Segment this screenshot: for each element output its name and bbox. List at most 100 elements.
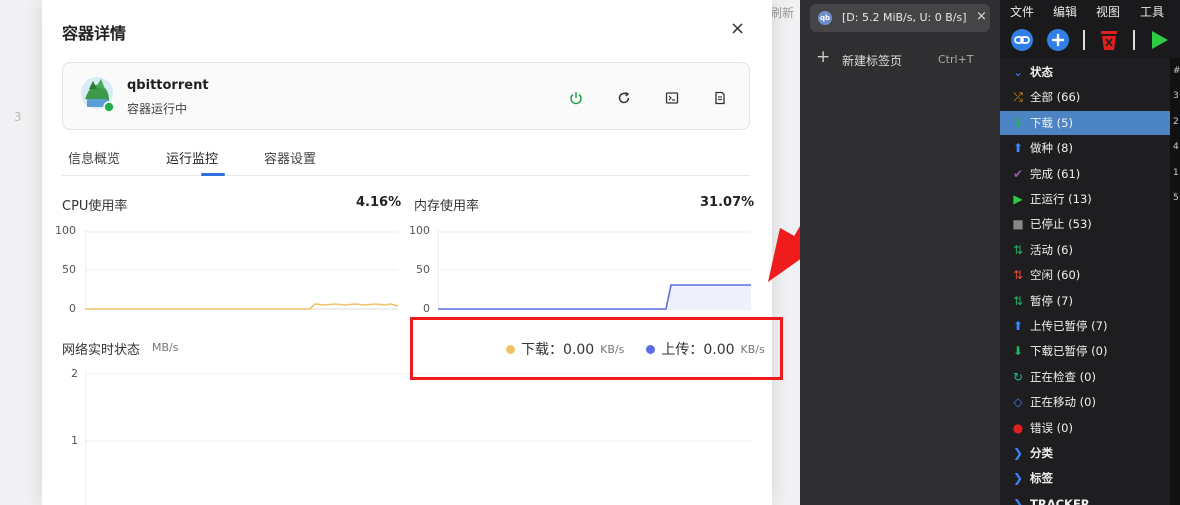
torrent-row-number: 5: [1173, 193, 1179, 203]
refresh-text: 刷新: [770, 6, 795, 20]
menu-edit[interactable]: 编辑: [1053, 3, 1077, 20]
sidebar-item[interactable]: ❯ 标签: [1000, 466, 1170, 490]
cpu-axis-50: 50: [62, 263, 76, 276]
sidebar-item-label: 错误 (0): [1030, 420, 1073, 435]
network-axis-1: 1: [71, 434, 78, 447]
app-name: qbittorrent: [127, 78, 209, 93]
sidebar-item-label: 暂停 (7): [1030, 293, 1073, 308]
sidebar-item[interactable]: ⇅ 暂停 (7): [1000, 289, 1170, 313]
network-chart: [85, 370, 751, 505]
modal-title: 容器详情: [62, 24, 127, 43]
sidebar-item[interactable]: ❯ TRACKER: [1000, 492, 1170, 505]
toolbar-divider: [1133, 30, 1135, 50]
sidebar-item-label: 完成 (61): [1030, 166, 1081, 181]
chevron-right-icon: ❯: [1012, 446, 1024, 460]
browser-tab[interactable]: qb [D: 5.2 MiB/s, U: 0 B/s] ×: [810, 4, 990, 32]
sidebar-item[interactable]: ● 错误 (0): [1000, 416, 1170, 440]
memory-label: 内存使用率: [414, 199, 480, 214]
sidebar-item[interactable]: ◇ 正在移动 (0): [1000, 390, 1170, 414]
sidebar-item-label: 全部 (66): [1030, 90, 1081, 105]
new-tab-button[interactable]: + 新建标签页 Ctrl+T: [816, 47, 988, 70]
add-torrent-icon[interactable]: [1046, 28, 1070, 52]
refresh-icon: ↻: [1012, 369, 1024, 384]
sidebar-item[interactable]: ⇅ 空闲 (60): [1000, 263, 1170, 287]
sidebar-item[interactable]: ⤮ 全部 (66): [1000, 85, 1170, 109]
cpu-value: 4.16%: [356, 195, 402, 210]
toolbar-divider: [1083, 30, 1085, 50]
status-sidebar: ⌄ 状态 ⤮ 全部 (66) ⬇ 下载 (5) ⬆ 做种 (8) ✔ 完成 (61) ▶ 正运行 (1…: [1000, 58, 1170, 505]
tab-overview[interactable]: 信息概览: [68, 148, 120, 167]
play-icon: ▶: [1013, 192, 1023, 206]
delete-icon[interactable]: [1098, 28, 1120, 52]
menu-bar: 文件 编辑 视图 工具: [1000, 0, 1180, 22]
menu-view[interactable]: 视图: [1096, 3, 1120, 20]
sidebar-item-label: 分类: [1030, 446, 1053, 460]
qbittorrent-favicon-icon: qb: [818, 11, 832, 25]
chevron-right-icon: ❯: [1012, 471, 1024, 486]
shuffle-icon: ⤮: [1013, 89, 1023, 104]
error-icon: ●: [1012, 420, 1024, 435]
cpu-label: CPU使用率: [62, 199, 128, 214]
sidebar-item-label: TRACKER: [1030, 496, 1090, 505]
sidebar-item[interactable]: ⬇ 下载 (5): [1000, 110, 1170, 135]
sidebar-item[interactable]: ✔ 完成 (61): [1000, 162, 1170, 186]
torrent-list-edge: #3 2 4 1 5: [1170, 58, 1180, 505]
updown-teal-icon: ⇅: [1012, 293, 1024, 308]
app-card: qbittorrent 容器运行中: [62, 62, 750, 130]
memory-value: 31.07%: [700, 195, 755, 210]
new-tab-shortcut: Ctrl+T: [938, 53, 974, 66]
cpu-chart: [85, 230, 398, 310]
sidebar-item[interactable]: ⬇ 下载已暂停 (0): [1000, 339, 1170, 363]
check-icon: ✔: [1012, 166, 1024, 181]
menu-tools[interactable]: 工具: [1140, 3, 1164, 20]
power-icon[interactable]: [563, 85, 589, 111]
highlight-box: [410, 317, 783, 380]
sidebar-item-label: 空闲 (60): [1030, 268, 1081, 283]
tab-close-icon[interactable]: ×: [976, 9, 987, 24]
active-tab-indicator: [201, 173, 225, 176]
network-unit: MB/s: [152, 341, 179, 354]
background-number: 3: [14, 110, 22, 124]
close-icon[interactable]: ×: [730, 20, 745, 38]
sidebar-item[interactable]: ❯ 分类: [1000, 441, 1170, 465]
sidebar-item-label: 活动 (6): [1030, 242, 1073, 257]
sidebar-item-label: 做种 (8): [1030, 141, 1073, 156]
browser-tab-panel: qb [D: 5.2 MiB/s, U: 0 B/s] × + 新建标签页 Ct…: [800, 0, 1000, 505]
resume-icon[interactable]: [1148, 28, 1170, 52]
updown-red-icon: ⇅: [1012, 268, 1024, 283]
restart-icon[interactable]: [611, 85, 637, 111]
sidebar-item-label: 已停止 (53): [1030, 217, 1092, 232]
sidebar-item-label: 上传已暂停 (7): [1030, 319, 1108, 333]
move-icon: ◇: [1013, 395, 1023, 410]
sidebar-item[interactable]: ⬆ 上传已暂停 (7): [1000, 314, 1170, 338]
sidebar-item[interactable]: ⌄ 状态: [1000, 60, 1170, 84]
sidebar-item-label: 标签: [1030, 471, 1053, 486]
menu-file[interactable]: 文件: [1010, 3, 1034, 20]
add-link-icon[interactable]: [1010, 28, 1034, 52]
memory-axis-50: 50: [416, 263, 430, 276]
sidebar-item[interactable]: ■ 已停止 (53): [1000, 212, 1170, 236]
container-details-modal: 容器详情 × qbittorrent 容器运行中 信息概览 运行监控 容器设置 …: [42, 0, 772, 505]
tab-monitor[interactable]: 运行监控: [166, 148, 218, 167]
tab-bar: 信息概览 运行监控 容器设置: [62, 148, 750, 176]
torrent-row-number: 2: [1173, 116, 1179, 127]
sidebar-item[interactable]: ▶ 正运行 (13): [1000, 187, 1170, 211]
qbittorrent-panel: 文件 编辑 视图 工具 ⌄ 状态 ⤮ 全部 (66) ⬇ 下载 (5) ⬆ 做种 (8) ✔ 完成…: [1000, 0, 1180, 505]
memory-chart: [438, 230, 751, 310]
chevron-down-icon: ⌄: [1012, 65, 1024, 79]
plus-icon: +: [816, 47, 831, 67]
log-icon[interactable]: [707, 85, 733, 111]
sidebar-item[interactable]: ↻ 正在检查 (0): [1000, 365, 1170, 389]
sidebar-item[interactable]: ⬆ 做种 (8): [1000, 136, 1170, 160]
updown-green-icon: ⇅: [1012, 242, 1024, 257]
terminal-icon[interactable]: [659, 85, 685, 111]
memory-axis-0: 0: [423, 302, 430, 315]
sidebar-item[interactable]: ⇅ 活动 (6): [1000, 238, 1170, 262]
tab-settings[interactable]: 容器设置: [264, 148, 316, 167]
torrent-row-number: 1: [1173, 167, 1179, 178]
torrent-row-number: #: [1173, 66, 1180, 76]
chevron-right-icon: ❯: [1012, 496, 1024, 505]
sidebar-item-label: 正在检查 (0): [1030, 369, 1096, 384]
sidebar-item-label: 下载已暂停 (0): [1030, 344, 1108, 359]
sidebar-item-label: 正在移动 (0): [1030, 395, 1096, 410]
